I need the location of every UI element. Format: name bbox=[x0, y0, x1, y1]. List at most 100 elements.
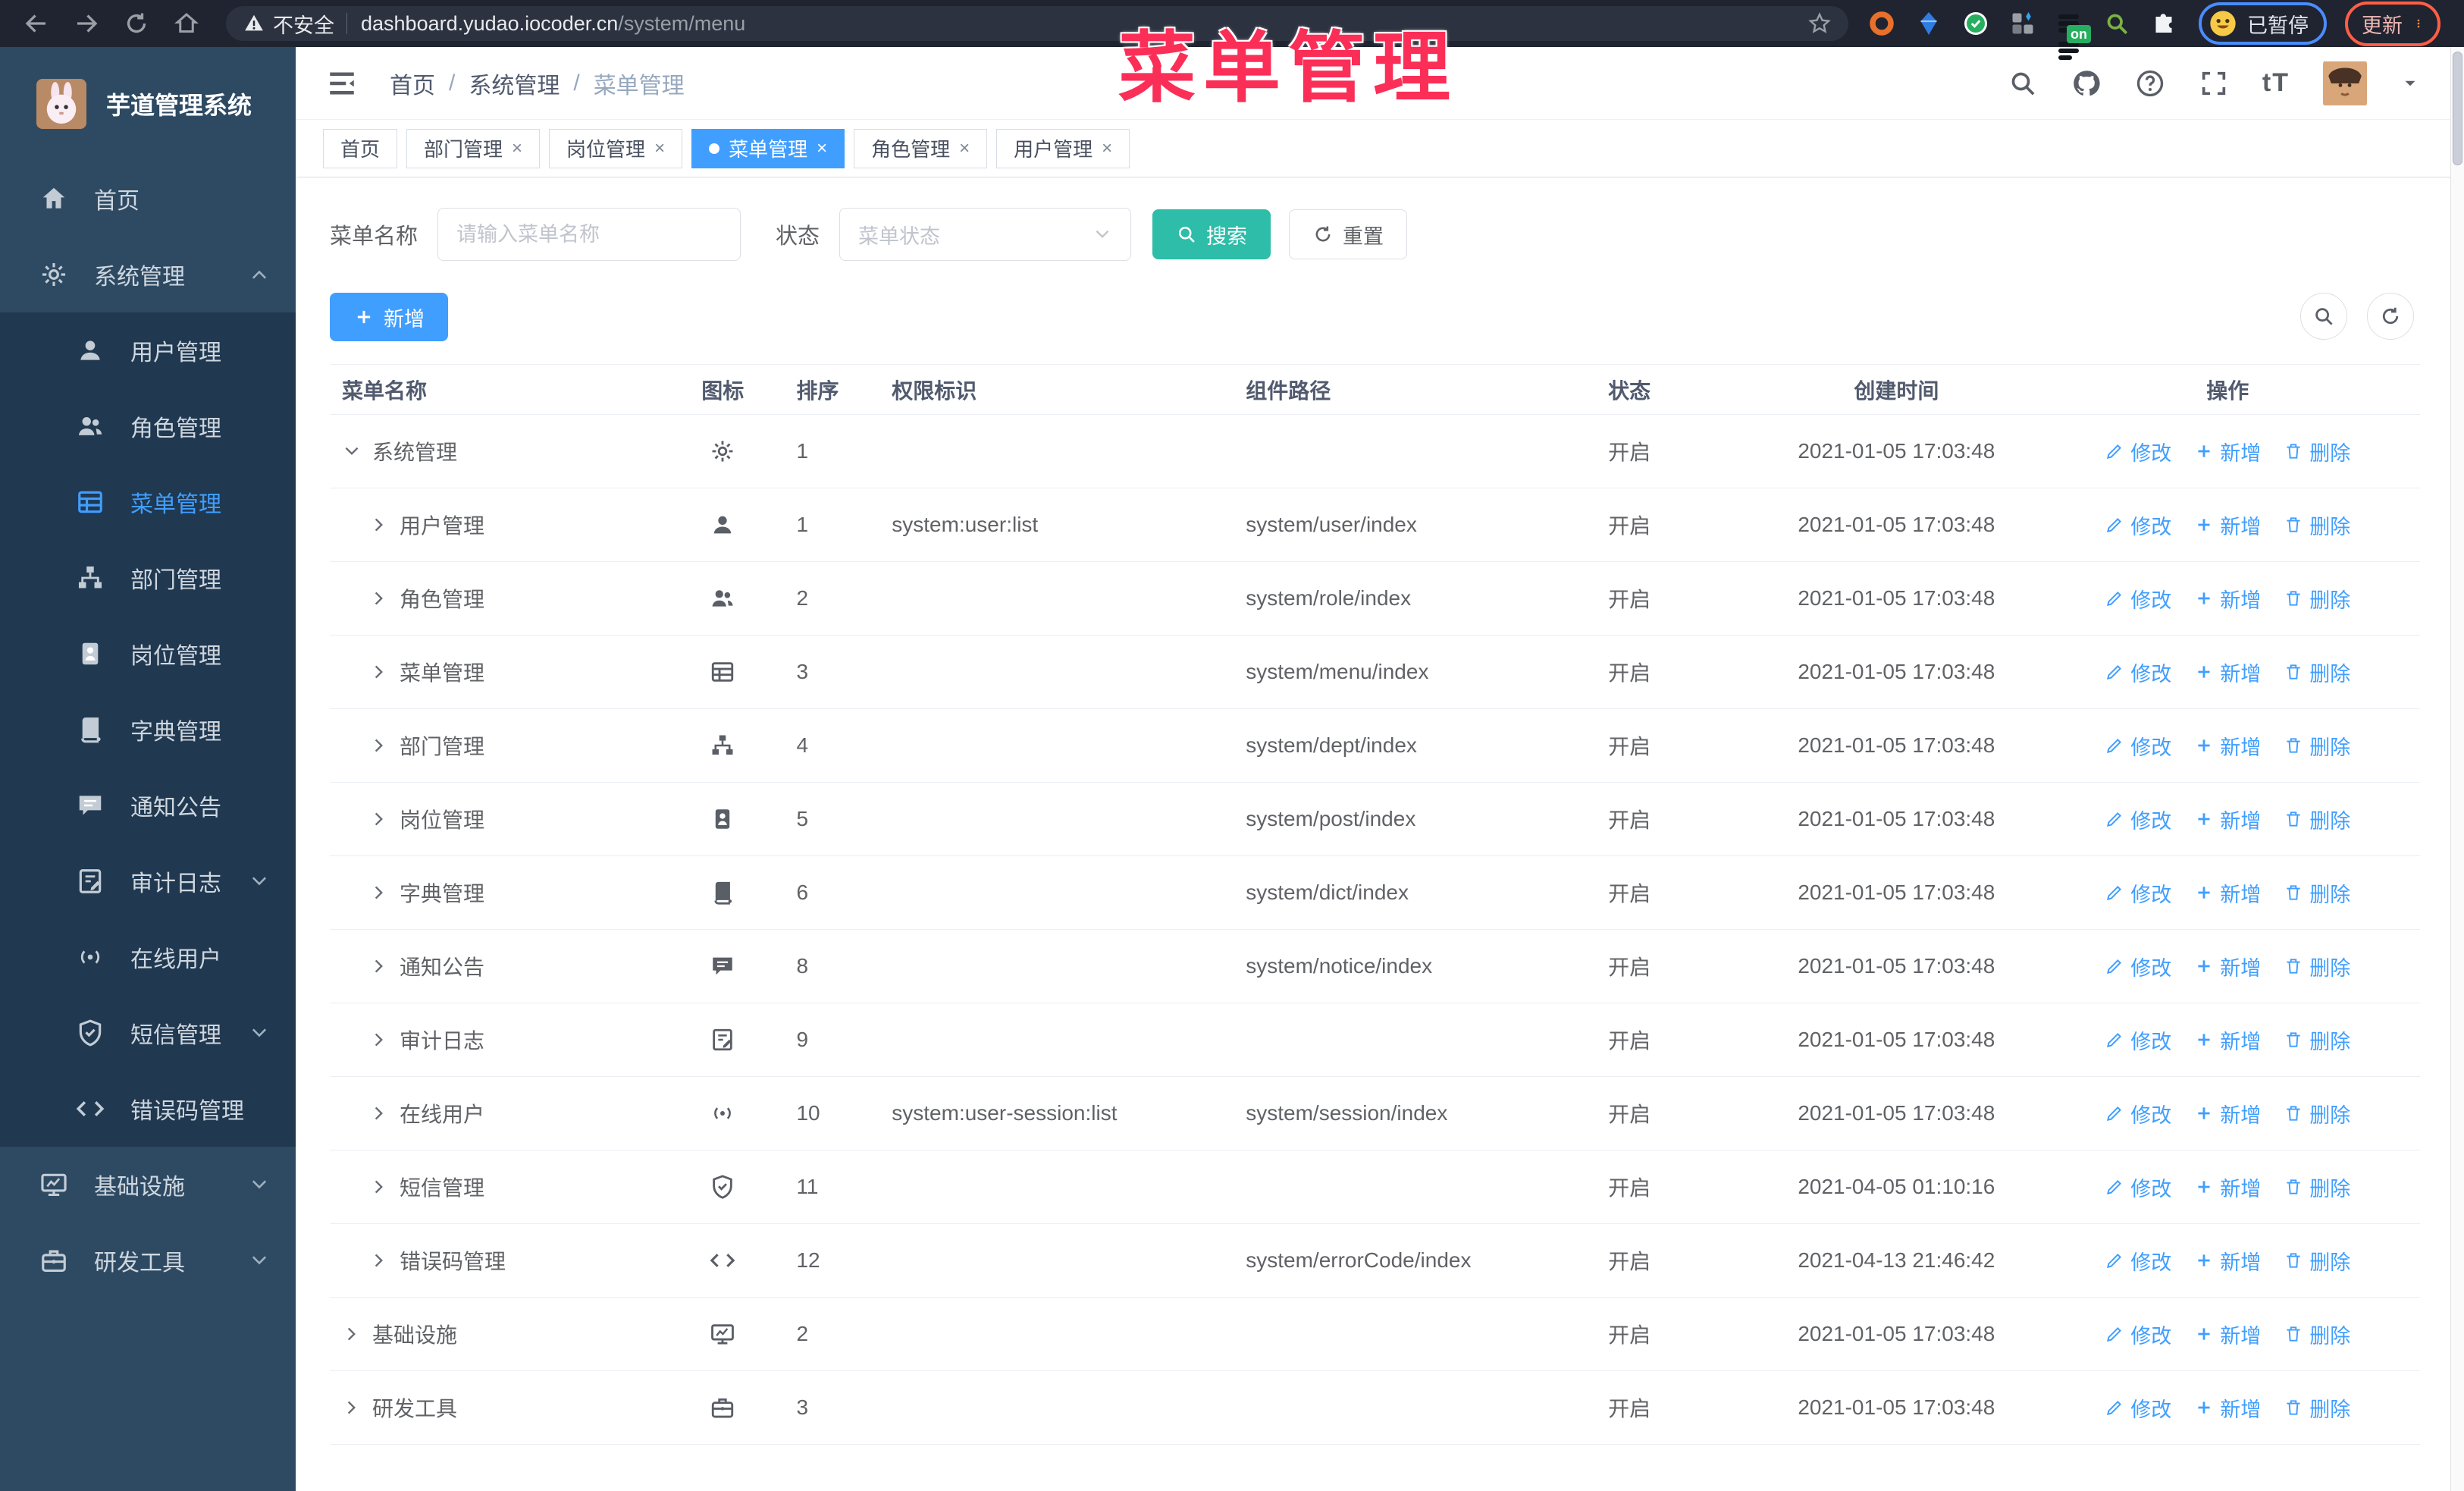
search-button[interactable]: 搜索 bbox=[1152, 209, 1271, 259]
extension-orange-icon[interactable] bbox=[1868, 10, 1895, 37]
extension-grid-icon[interactable] bbox=[2009, 10, 2036, 37]
新增-action-link[interactable]: 新增 bbox=[2194, 1320, 2261, 1349]
close-tab-icon[interactable]: × bbox=[654, 138, 665, 159]
删除-action-link[interactable]: 删除 bbox=[2284, 437, 2350, 466]
browser-menu-icon[interactable] bbox=[2413, 10, 2424, 37]
table-row-研发工具[interactable]: 研发工具 3 开启 2021-01-05 17:03:48 修改 新增 删除 bbox=[330, 1371, 2420, 1445]
删除-action-link[interactable]: 删除 bbox=[2284, 658, 2350, 687]
新增-action-link[interactable]: 新增 bbox=[2194, 510, 2261, 540]
table-row-角色管理[interactable]: 角色管理 2 system/role/index 开启 2021-01-05 17:03… bbox=[330, 562, 2420, 636]
sidebar-item-字典管理[interactable]: 字典管理 bbox=[0, 692, 296, 767]
table-row-岗位管理[interactable]: 岗位管理 5 system/post/index 开启 2021-01-05 17:03… bbox=[330, 783, 2420, 856]
修改-action-link[interactable]: 修改 bbox=[2105, 584, 2171, 614]
scrollbar-thumb[interactable] bbox=[2453, 52, 2462, 165]
hamburger-icon[interactable] bbox=[326, 67, 358, 99]
chevron-right-icon[interactable] bbox=[369, 662, 389, 682]
修改-action-link[interactable]: 修改 bbox=[2105, 1025, 2171, 1055]
text-size-icon[interactable]: tT bbox=[2262, 68, 2290, 98]
修改-action-link[interactable]: 修改 bbox=[2105, 1172, 2171, 1202]
sidebar-item-通知公告[interactable]: 通知公告 bbox=[0, 767, 296, 843]
chevron-right-icon[interactable] bbox=[369, 809, 389, 829]
新增-action-link[interactable]: 新增 bbox=[2194, 878, 2261, 908]
修改-action-link[interactable]: 修改 bbox=[2105, 952, 2171, 981]
新增-action-link[interactable]: 新增 bbox=[2194, 952, 2261, 981]
新增-action-link[interactable]: 新增 bbox=[2194, 1172, 2261, 1202]
table-row-部门管理[interactable]: 部门管理 4 system/dept/index 开启 2021-01-05 17:03… bbox=[330, 709, 2420, 783]
table-row-基础设施[interactable]: 基础设施 2 开启 2021-01-05 17:03:48 修改 新增 删除 bbox=[330, 1298, 2420, 1371]
app-logo-row[interactable]: 芋道管理系统 bbox=[0, 47, 296, 161]
修改-action-link[interactable]: 修改 bbox=[2105, 510, 2171, 540]
tab-岗位管理[interactable]: 岗位管理 × bbox=[549, 128, 683, 168]
修改-action-link[interactable]: 修改 bbox=[2105, 731, 2171, 761]
chevron-right-icon[interactable] bbox=[369, 515, 389, 535]
删除-action-link[interactable]: 删除 bbox=[2284, 952, 2350, 981]
sidebar-item-系统管理[interactable]: 系统管理 bbox=[0, 237, 296, 312]
table-row-在线用户[interactable]: 在线用户 10 system:user-session:list system/ses… bbox=[330, 1077, 2420, 1150]
chevron-right-icon[interactable] bbox=[369, 1177, 389, 1197]
tab-角色管理[interactable]: 角色管理 × bbox=[854, 128, 988, 168]
新增-action-link[interactable]: 新增 bbox=[2194, 437, 2261, 466]
新增-action-link[interactable]: 新增 bbox=[2194, 1393, 2261, 1423]
extension-green-icon[interactable] bbox=[1962, 10, 1989, 37]
profile-paused-pill[interactable]: 已暂停 bbox=[2199, 2, 2327, 45]
chevron-right-icon[interactable] bbox=[369, 956, 389, 976]
修改-action-link[interactable]: 修改 bbox=[2105, 1320, 2171, 1349]
github-icon[interactable] bbox=[2071, 68, 2102, 99]
scrollbar[interactable] bbox=[2450, 47, 2464, 1491]
help-icon[interactable] bbox=[2135, 68, 2165, 99]
修改-action-link[interactable]: 修改 bbox=[2105, 1393, 2171, 1423]
新增-action-link[interactable]: 新增 bbox=[2194, 584, 2261, 614]
extension-switch-icon[interactable]: on bbox=[2056, 10, 2091, 60]
tab-首页[interactable]: 首页 bbox=[323, 128, 398, 168]
新增-action-link[interactable]: 新增 bbox=[2194, 805, 2261, 834]
新增-action-link[interactable]: 新增 bbox=[2194, 1025, 2261, 1055]
chevron-right-icon[interactable] bbox=[369, 1251, 389, 1270]
table-row-错误码管理[interactable]: 错误码管理 12 system/errorCode/index 开启 2021-04-1… bbox=[330, 1224, 2420, 1298]
table-row-短信管理[interactable]: 短信管理 11 开启 2021-04-05 01:10:16 修改 新增 删除 bbox=[330, 1150, 2420, 1224]
address-bar[interactable]: 不安全 dashboard.yudao.iocoder.cn /system/m… bbox=[226, 6, 1848, 41]
sidebar-item-部门管理[interactable]: 部门管理 bbox=[0, 540, 296, 616]
close-tab-icon[interactable]: × bbox=[959, 138, 970, 159]
删除-action-link[interactable]: 删除 bbox=[2284, 510, 2350, 540]
browser-update-button[interactable]: 更新 bbox=[2345, 1, 2440, 46]
table-row-系统管理[interactable]: 系统管理 1 开启 2021-01-05 17:03:48 修改 新增 删除 bbox=[330, 415, 2420, 488]
menu-name-input[interactable] bbox=[437, 208, 741, 261]
sidebar-item-短信管理[interactable]: 短信管理 bbox=[0, 995, 296, 1071]
sidebar-item-基础设施[interactable]: 基础设施 bbox=[0, 1147, 296, 1223]
新增-action-link[interactable]: 新增 bbox=[2194, 1246, 2261, 1276]
sidebar-item-角色管理[interactable]: 角色管理 bbox=[0, 388, 296, 464]
sidebar-item-审计日志[interactable]: 审计日志 bbox=[0, 843, 296, 919]
修改-action-link[interactable]: 修改 bbox=[2105, 437, 2171, 466]
chevron-right-icon[interactable] bbox=[369, 1103, 389, 1123]
chevron-right-icon[interactable] bbox=[369, 736, 389, 755]
avatar-caret-icon[interactable] bbox=[2400, 74, 2420, 93]
新增-action-link[interactable]: 新增 bbox=[2194, 1099, 2261, 1128]
extension-puzzle-icon[interactable] bbox=[2150, 10, 2177, 37]
extension-gem-icon[interactable] bbox=[1915, 10, 1942, 37]
chevron-down-icon[interactable] bbox=[342, 441, 362, 461]
修改-action-link[interactable]: 修改 bbox=[2105, 878, 2171, 908]
close-tab-icon[interactable]: × bbox=[512, 138, 522, 159]
sidebar-item-用户管理[interactable]: 用户管理 bbox=[0, 312, 296, 388]
chevron-right-icon[interactable] bbox=[369, 883, 389, 902]
删除-action-link[interactable]: 删除 bbox=[2284, 584, 2350, 614]
修改-action-link[interactable]: 修改 bbox=[2105, 1099, 2171, 1128]
删除-action-link[interactable]: 删除 bbox=[2284, 731, 2350, 761]
tab-菜单管理[interactable]: 菜单管理 × bbox=[691, 128, 845, 168]
breadcrumb-item[interactable]: 系统管理 bbox=[469, 67, 560, 100]
chevron-right-icon[interactable] bbox=[342, 1398, 362, 1417]
修改-action-link[interactable]: 修改 bbox=[2105, 1246, 2171, 1276]
新增-action-link[interactable]: 新增 bbox=[2194, 658, 2261, 687]
bookmark-star-icon[interactable] bbox=[1807, 11, 1832, 36]
删除-action-link[interactable]: 删除 bbox=[2284, 878, 2350, 908]
status-select[interactable]: 菜单状态 bbox=[839, 208, 1132, 261]
删除-action-link[interactable]: 删除 bbox=[2284, 1246, 2350, 1276]
sidebar-item-错误码管理[interactable]: 错误码管理 bbox=[0, 1071, 296, 1147]
browser-forward-icon[interactable] bbox=[73, 10, 100, 37]
browser-back-icon[interactable] bbox=[23, 10, 50, 37]
search-icon[interactable] bbox=[2008, 68, 2038, 99]
新增-action-link[interactable]: 新增 bbox=[2194, 731, 2261, 761]
sidebar-item-研发工具[interactable]: 研发工具 bbox=[0, 1223, 296, 1298]
table-row-字典管理[interactable]: 字典管理 6 system/dict/index 开启 2021-01-05 17:03… bbox=[330, 856, 2420, 930]
修改-action-link[interactable]: 修改 bbox=[2105, 658, 2171, 687]
